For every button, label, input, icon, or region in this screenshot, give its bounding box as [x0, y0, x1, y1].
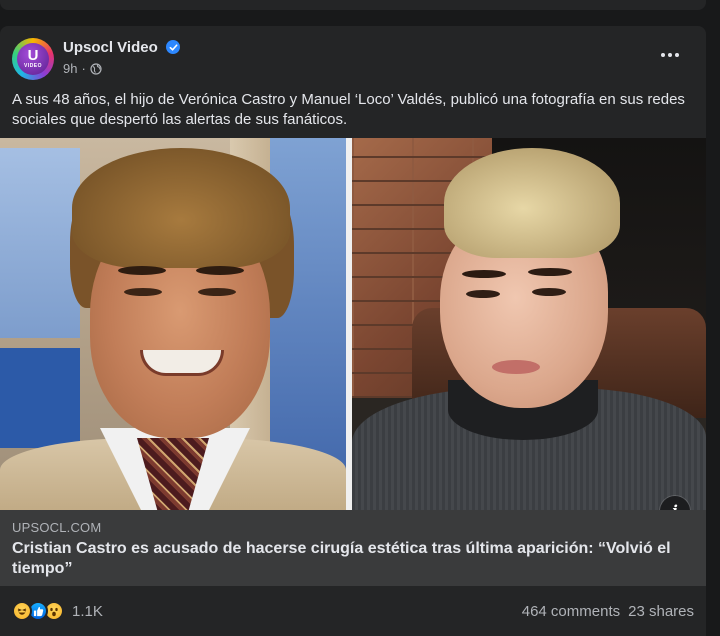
page-name-link[interactable]: Upsocl Video	[63, 39, 158, 56]
post-caption: A sus 48 años, el hijo de Verónica Castr…	[12, 91, 685, 128]
link-domain: UPSOCL.COM	[12, 520, 102, 535]
avatar-logo: U VIDEO	[17, 43, 49, 75]
page-avatar[interactable]: U VIDEO	[12, 38, 54, 80]
post-image[interactable]: i	[0, 138, 706, 526]
previous-post-card	[0, 0, 706, 10]
link-preview[interactable]: UPSOCL.COM Cristian Castro es acusado de…	[0, 510, 706, 586]
reaction-icons	[12, 601, 64, 621]
more-options-icon[interactable]	[656, 44, 684, 66]
photo-before	[0, 138, 346, 510]
reactions-bar: 1.1K 464 comments 23 shares	[12, 586, 694, 636]
avatar-letter: U	[27, 47, 39, 64]
reaction-count[interactable]: 1.1K	[72, 603, 103, 620]
post-meta: 9h ·	[63, 61, 102, 76]
comments-count-link[interactable]: 464 comments	[522, 603, 620, 620]
reaction-summary[interactable]: 1.1K	[12, 601, 103, 621]
feed-post: U VIDEO Upsocl Video 9h · A sus 48 años,…	[0, 26, 706, 636]
photo-after	[352, 138, 706, 510]
avatar-sub-label: VIDEO	[23, 63, 43, 69]
post-timestamp[interactable]: 9h	[63, 61, 77, 76]
globe-icon[interactable]	[90, 62, 102, 75]
post-header: U VIDEO Upsocl Video 9h ·	[12, 38, 694, 80]
meta-separator: ·	[81, 61, 86, 76]
haha-reaction-icon	[12, 601, 32, 621]
shares-count-link[interactable]: 23 shares	[628, 603, 694, 620]
verified-badge-icon	[166, 40, 180, 54]
link-title[interactable]: Cristian Castro es acusado de hacerse ci…	[12, 539, 694, 579]
engagement-counts: 464 comments 23 shares	[522, 603, 694, 620]
